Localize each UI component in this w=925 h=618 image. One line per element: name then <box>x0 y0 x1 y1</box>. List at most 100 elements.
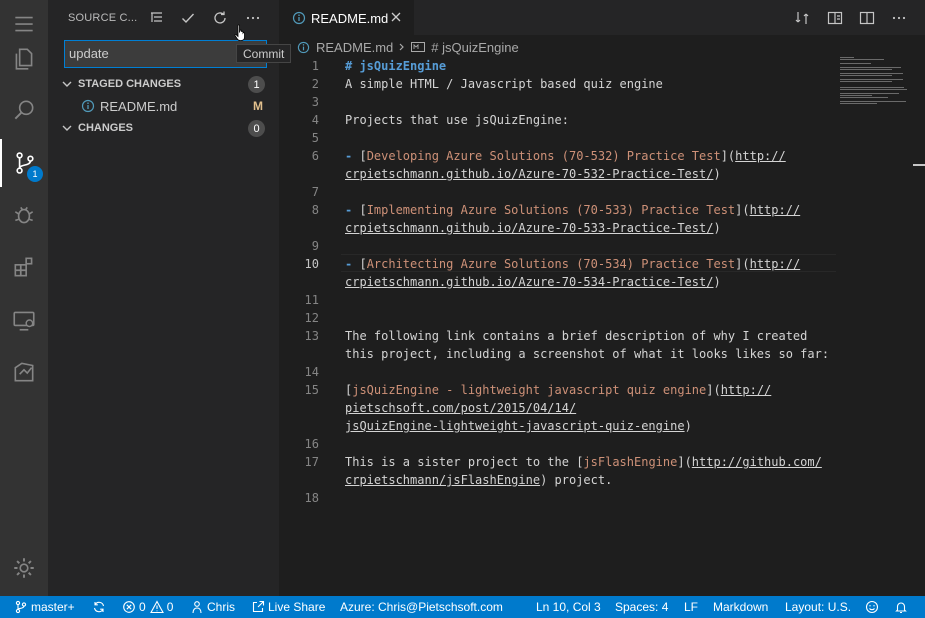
code-line[interactable]: crpietschmann/jsFlashEngine) project. <box>279 471 839 489</box>
code-line[interactable]: 11 <box>279 291 839 309</box>
live-share-status[interactable]: Live Share <box>251 599 325 615</box>
feedback-button[interactable] <box>865 599 882 615</box>
changes-header[interactable]: CHANGES 0 <box>48 117 279 139</box>
eol-status[interactable]: LF <box>684 599 698 615</box>
code-line[interactable]: 18 <box>279 489 839 507</box>
code-line[interactable]: 14 <box>279 363 839 381</box>
open-changes-button[interactable] <box>792 8 812 28</box>
azure-button[interactable] <box>0 348 48 396</box>
code-line[interactable]: 3 <box>279 93 839 111</box>
code-line[interactable]: crpietschmann.github.io/Azure-70-532-Pra… <box>279 165 839 183</box>
debug-button[interactable] <box>0 191 48 239</box>
code-token: http://github.com/ <box>691 455 822 469</box>
line-text: this project, including a screenshot of … <box>345 345 829 363</box>
commit-button[interactable] <box>178 8 198 28</box>
indentation-status[interactable]: Spaces: 4 <box>615 599 668 615</box>
breadcrumb-file[interactable]: README.md <box>316 40 393 55</box>
explorer-button[interactable] <box>0 35 48 83</box>
person-icon <box>192 601 202 614</box>
minimap-line <box>840 95 872 96</box>
extensions-button[interactable] <box>0 243 48 291</box>
code-token: A simple HTML / Javascript based quiz en… <box>345 77 663 91</box>
account-name: Chris <box>207 600 236 614</box>
close-icon[interactable] <box>389 10 403 24</box>
editor-area: README.md README.md # jsQuizEngine 1 # js… <box>279 0 925 596</box>
keyboard-layout-status[interactable]: Layout: U.S. <box>785 599 851 615</box>
compare-changes-icon <box>795 12 809 24</box>
account-status[interactable]: Chris <box>190 599 235 615</box>
view-as-tree-button[interactable] <box>147 8 167 28</box>
azure-account-status[interactable]: Azure: Chris@Pietschsoft.com <box>340 599 503 615</box>
code-line[interactable]: 1 # jsQuizEngine <box>279 57 839 75</box>
search-button[interactable] <box>0 86 48 134</box>
symbol-string-icon <box>411 42 426 52</box>
gear-icon <box>14 558 34 578</box>
staged-changes-label: STAGED CHANGES <box>78 78 182 90</box>
manage-button[interactable] <box>0 544 48 592</box>
code-line[interactable]: 8 - [Implementing Azure Solutions (70-533… <box>279 201 839 219</box>
editor-more-actions-button[interactable] <box>889 8 909 28</box>
code-line[interactable]: jsQuizEngine-lightweight-javascript-quiz… <box>279 417 839 435</box>
code-token: crpietschmann.github.io/Azure-70-532-Pra… <box>345 167 714 181</box>
minimap-line <box>840 101 906 102</box>
line-number: 4 <box>311 113 319 127</box>
activity-bar: 1 <box>0 0 48 596</box>
code-line[interactable]: 16 <box>279 435 839 453</box>
code-token: crpietschmann/jsFlashEngine <box>345 473 541 487</box>
code-line[interactable]: crpietschmann.github.io/Azure-70-534-Pra… <box>279 273 839 291</box>
line-number: 9 <box>311 239 319 253</box>
code-line[interactable]: 6 - [Developing Azure Solutions (70-532) … <box>279 147 839 165</box>
editor-scrollbar[interactable] <box>913 36 925 596</box>
changes-label: CHANGES <box>78 122 134 134</box>
cursor-position-status[interactable]: Ln 10, Col 3 <box>536 599 601 615</box>
code-token: jsQuizEngine-lightweight-javascript-quiz… <box>345 419 685 433</box>
code-line[interactable]: 15 [jsQuizEngine - lightweight javascript… <box>279 381 839 399</box>
code-line[interactable]: 2 A simple HTML / Javascript based quiz e… <box>279 75 839 93</box>
split-editor-button[interactable] <box>857 8 877 28</box>
source-control-panel: SOURCE C... update Commit STAGED CHANGES… <box>48 0 292 596</box>
sync-status[interactable] <box>92 599 109 615</box>
code-line[interactable]: crpietschmann.github.io/Azure-70-533-Pra… <box>279 219 839 237</box>
refresh-button[interactable] <box>210 8 230 28</box>
code-line[interactable]: 9 <box>279 237 839 255</box>
language-status[interactable]: Markdown <box>713 599 768 615</box>
code-line[interactable]: 17 This is a sister project to the [jsFla… <box>279 453 839 471</box>
scrollbar-thumb[interactable] <box>913 164 925 166</box>
minimap[interactable] <box>840 57 915 117</box>
open-preview-button[interactable] <box>825 8 845 28</box>
minimap-line <box>840 79 903 80</box>
line-number: 11 <box>304 293 319 307</box>
code-token: # jsQuizEngine <box>345 59 447 73</box>
code-token: [ <box>352 257 367 271</box>
line-number: 16 <box>304 437 319 451</box>
minimap-line <box>840 75 892 76</box>
warning-icon <box>149 600 164 614</box>
breadcrumb-symbol[interactable]: # jsQuizEngine <box>431 40 518 55</box>
line-number: 14 <box>304 365 319 379</box>
code-token: ) <box>713 275 721 289</box>
code-token: http:// <box>735 149 786 163</box>
tab-readme[interactable]: README.md <box>279 0 414 35</box>
staged-file-item[interactable]: README.md M <box>48 95 279 117</box>
warning-count: 0 <box>166 600 174 614</box>
check-icon <box>182 13 195 24</box>
source-control-button[interactable]: 1 <box>0 139 48 187</box>
minimap-line <box>840 81 892 82</box>
remote-explorer-button[interactable] <box>0 296 48 344</box>
code-token: ) <box>713 221 721 235</box>
code-line[interactable]: 5 <box>279 129 839 147</box>
branch-status[interactable]: master+ <box>14 599 75 615</box>
line-text: jsQuizEngine-lightweight-javascript-quiz… <box>345 417 692 435</box>
code-line[interactable]: 12 <box>279 309 839 327</box>
code-line[interactable]: 13 The following link contains a brief de… <box>279 327 839 345</box>
code-line[interactable]: 10 - [Architecting Azure Solutions (70-53… <box>279 255 839 273</box>
code-line[interactable]: pietschsoft.com/post/2015/04/14/ <box>279 399 839 417</box>
problems-status[interactable]: 0 0 <box>122 599 173 615</box>
code-line[interactable]: this project, including a screenshot of … <box>279 345 839 363</box>
notifications-button[interactable] <box>894 599 911 615</box>
code-line[interactable]: 4 Projects that use jsQuizEngine: <box>279 111 839 129</box>
staged-changes-header[interactable]: STAGED CHANGES 1 <box>48 73 279 95</box>
line-text: - [Implementing Azure Solutions (70-533)… <box>345 201 800 219</box>
code-token: jsQuizEngine - lightweight javascript qu… <box>352 383 707 397</box>
code-line[interactable]: 7 <box>279 183 839 201</box>
